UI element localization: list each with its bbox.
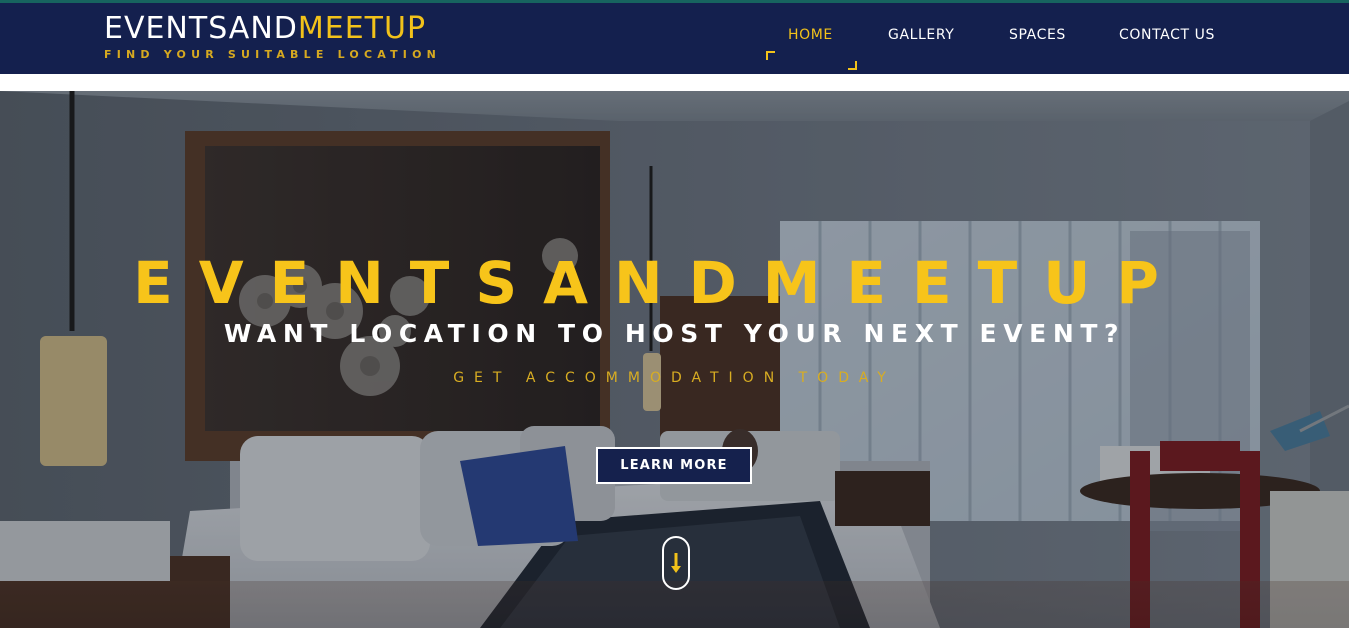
arrow-down-icon [671, 553, 681, 573]
nav-item-spaces[interactable]: SPACES [1009, 27, 1066, 43]
hero-title: EVENTSANDMEETUP [133, 249, 1185, 317]
scroll-down-button[interactable] [662, 536, 690, 590]
learn-more-button[interactable]: LEARN MORE [596, 447, 752, 484]
nav-item-gallery[interactable]: GALLERY [888, 27, 954, 43]
hero-subtitle: WANT LOCATION TO HOST YOUR NEXT EVENT? [223, 319, 1126, 348]
nav-item-contact-us[interactable]: CONTACT US [1119, 27, 1215, 43]
main-nav: HOME GALLERY SPACES CONTACT US [0, 24, 1349, 70]
active-corner-bottom-right [848, 61, 857, 70]
nav-item-home[interactable]: HOME [788, 27, 833, 43]
hero-section: EVENTSANDMEETUP WANT LOCATION TO HOST YO… [0, 91, 1349, 628]
active-corner-top-left [766, 51, 775, 60]
hero-tagline: GET ACCOMMODATION TODAY [453, 370, 896, 386]
